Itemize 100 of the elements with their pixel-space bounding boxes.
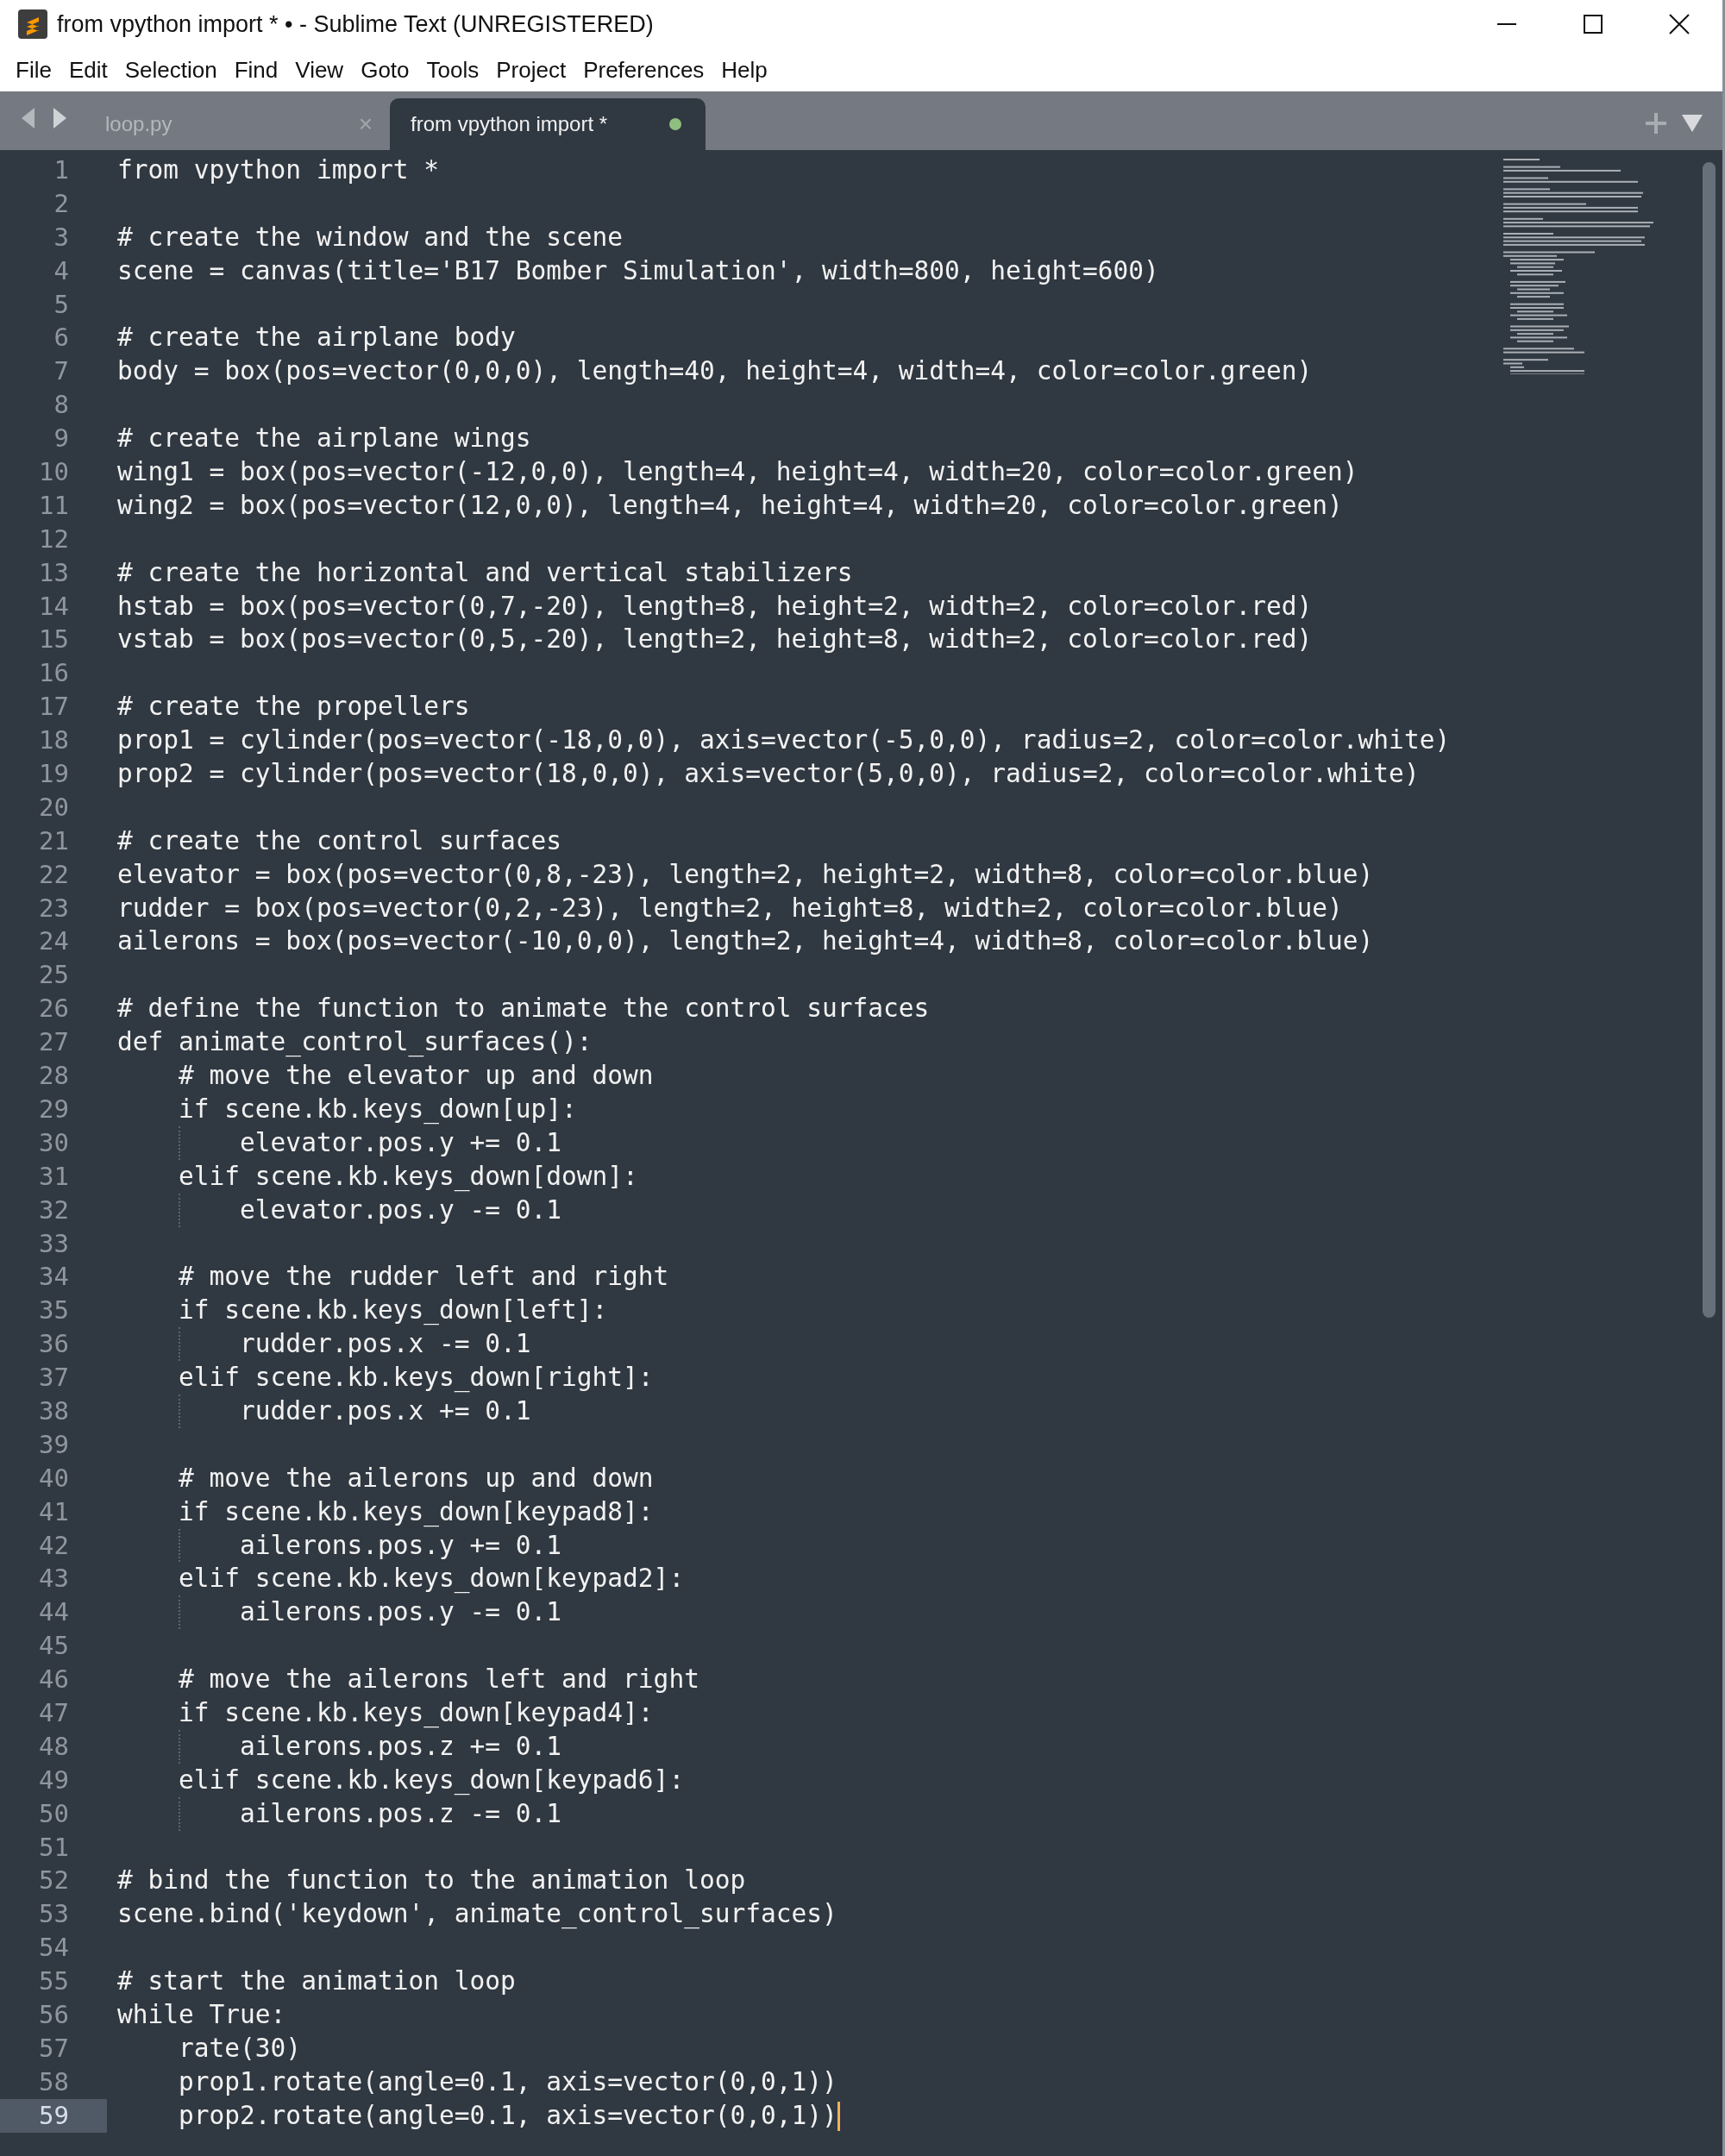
menu-item[interactable]: File xyxy=(7,56,60,84)
code-line: rudder = box(pos=vector(0,2,-23), length=2, height=8, width=2, color=color.blue) xyxy=(117,892,1343,924)
code-line: # create the airplane body xyxy=(117,322,516,354)
code-line: elevator.pos.y -= 0.1 xyxy=(117,1193,562,1227)
code-line: wing1 = box(pos=vector(-12,0,0), length=4, height=4, width=20, color=color.green) xyxy=(117,456,1358,488)
maximize-icon xyxy=(1583,14,1603,34)
line-number: 52 xyxy=(38,1865,70,1897)
line-number: 9 xyxy=(53,423,70,455)
code-line: scene.bind('keydown', animate_control_surfaces) xyxy=(117,1898,837,1931)
line-number: 54 xyxy=(38,1932,70,1965)
code-line: # move the rudder left and right xyxy=(178,1261,669,1294)
line-number: 50 xyxy=(38,1797,70,1830)
line-number: 25 xyxy=(38,959,70,992)
code-line: elevator = box(pos=vector(0,8,-23), length=2, height=2, width=8, color=color.blue) xyxy=(117,858,1374,891)
scrollbar-thumb[interactable] xyxy=(1703,162,1716,1318)
line-number: 55 xyxy=(38,1965,70,1998)
line-number: 43 xyxy=(38,1563,70,1595)
code-line: elif scene.kb.keys_down[keypad2]: xyxy=(178,1563,685,1595)
line-number: 5 xyxy=(53,288,70,321)
line-number: 31 xyxy=(38,1160,70,1193)
line-number: 4 xyxy=(53,254,70,287)
line-number: 14 xyxy=(38,590,70,623)
line-number: 35 xyxy=(38,1294,70,1327)
line-number: 21 xyxy=(38,824,70,857)
line-number: 24 xyxy=(38,925,70,958)
code-line: if scene.kb.keys_down[keypad4]: xyxy=(178,1696,654,1730)
line-number: 47 xyxy=(38,1696,70,1729)
code-line: elif scene.kb.keys_down[right]: xyxy=(178,1362,654,1395)
code-line: # create the propellers xyxy=(117,691,470,724)
line-number: 59 xyxy=(0,2098,107,2133)
code-line: elevator.pos.y += 0.1 xyxy=(117,1125,562,1160)
code-line: elif scene.kb.keys_down[down]: xyxy=(178,1160,638,1194)
line-number: 44 xyxy=(38,1596,70,1629)
code-line: ailerons = box(pos=vector(-10,0,0), length=2, height=4, width=8, color=color.blue) xyxy=(117,925,1374,958)
line-number: 10 xyxy=(38,456,70,488)
code-line: ailerons.pos.z -= 0.1 xyxy=(117,1796,562,1831)
app-logo-icon xyxy=(17,9,48,40)
code-line: def animate_control_surfaces(): xyxy=(117,1026,593,1059)
dropdown-icon[interactable] xyxy=(1681,114,1703,133)
text-cursor xyxy=(837,2102,840,2132)
code-line: rudder.pos.x -= 0.1 xyxy=(117,1327,531,1362)
menu-item[interactable]: Project xyxy=(487,56,575,84)
code-line: # create the window and the scene xyxy=(117,221,624,254)
line-number: 20 xyxy=(38,791,70,824)
menu-item[interactable]: View xyxy=(286,56,353,84)
code-line: prop1.rotate(angle=0.1, axis=vector(0,0,1)) xyxy=(178,2065,837,2098)
line-number: 42 xyxy=(38,1529,70,1562)
minimize-icon xyxy=(1496,23,1517,25)
window-title: from vpython import * • - Sublime Text (UNREGISTERED) xyxy=(57,10,655,38)
code-line: ailerons.pos.y -= 0.1 xyxy=(117,1595,562,1630)
menu-item[interactable]: Preferences xyxy=(574,56,713,84)
line-number: 36 xyxy=(38,1328,70,1361)
line-number: 58 xyxy=(38,2065,70,2098)
code-line: prop2 = cylinder(pos=vector(18,0,0), axis=vector(5,0,0), radius=2, color=color.white) xyxy=(117,758,1420,791)
code-line: # move the elevator up and down xyxy=(178,1060,654,1093)
menu-item[interactable]: Help xyxy=(712,56,776,84)
line-number: 15 xyxy=(38,624,70,656)
code-line: # create the airplane wings xyxy=(117,423,531,455)
menu-item[interactable]: Edit xyxy=(60,56,116,84)
line-number: 30 xyxy=(38,1126,70,1159)
line-number: 46 xyxy=(38,1664,70,1696)
line-number: 41 xyxy=(38,1495,70,1528)
code-line: hstab = box(pos=vector(0,7,-20), length=8, height=2, width=2, color=color.red) xyxy=(117,590,1313,623)
line-number: 57 xyxy=(38,2032,70,2065)
line-number: 56 xyxy=(38,1999,70,2031)
line-number: 33 xyxy=(38,1227,70,1260)
line-number: 28 xyxy=(38,1060,70,1093)
code-line: # create the horizontal and vertical stabilizers xyxy=(117,556,853,589)
line-number: 49 xyxy=(38,1764,70,1796)
plus-icon[interactable] xyxy=(1645,112,1667,135)
code-line: # move the ailerons up and down xyxy=(178,1462,654,1495)
line-number: 19 xyxy=(38,758,70,791)
line-number: 32 xyxy=(38,1194,70,1226)
menu-item[interactable]: Selection xyxy=(116,56,226,84)
code-line: elif scene.kb.keys_down[keypad6]: xyxy=(178,1764,685,1797)
menu-item[interactable]: Goto xyxy=(352,56,418,84)
line-number: 39 xyxy=(38,1428,70,1461)
line-number: 48 xyxy=(38,1730,70,1763)
code-line: if scene.kb.keys_down[keypad8]: xyxy=(178,1495,654,1529)
code-line: from vpython import * xyxy=(117,154,439,186)
line-number: 7 xyxy=(53,355,70,388)
code-line: # define the function to animate the control surfaces xyxy=(117,993,930,1025)
line-number: 29 xyxy=(38,1093,70,1125)
code-line: # start the animation loop xyxy=(117,1965,516,1998)
line-number: 40 xyxy=(38,1462,70,1495)
code-line: ailerons.pos.z += 0.1 xyxy=(117,1729,562,1764)
line-number: 27 xyxy=(38,1026,70,1059)
line-number: 38 xyxy=(38,1395,70,1427)
editor-tab[interactable]: from vpython import * xyxy=(390,98,706,150)
line-number: 8 xyxy=(53,389,70,422)
close-icon xyxy=(1668,13,1690,35)
line-number: 34 xyxy=(38,1261,70,1294)
line-number: 45 xyxy=(38,1630,70,1663)
code-line: prop2.rotate(angle=0.1, axis=vector(0,0,1)) xyxy=(117,2098,840,2133)
code-line: ailerons.pos.y += 0.1 xyxy=(117,1528,562,1563)
menu-item[interactable]: Tools xyxy=(417,56,488,84)
menu-item[interactable]: Find xyxy=(225,56,287,84)
code-line: # bind the function to the animation loop xyxy=(117,1865,746,1897)
code-line: wing2 = box(pos=vector(12,0,0), length=4, height=4, width=20, color=color.green) xyxy=(117,489,1343,522)
line-number: 17 xyxy=(38,691,70,724)
